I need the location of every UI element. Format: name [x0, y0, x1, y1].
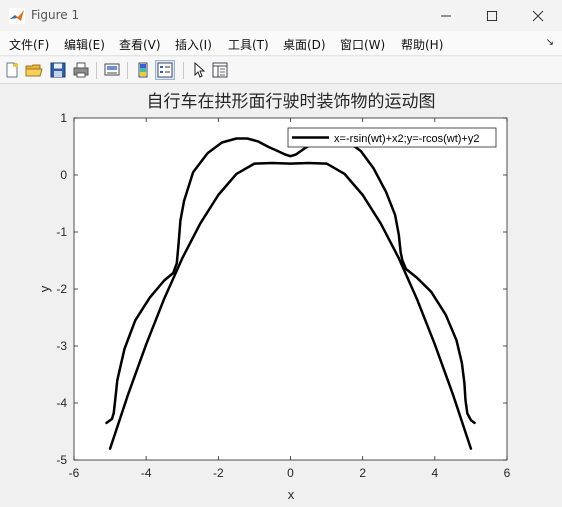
chart-title: 自行车在拱形面行驶时装饰物的运动图 — [147, 92, 436, 112]
y-tick-label: -1 — [56, 225, 67, 239]
window-title: Figure 1 — [31, 8, 80, 22]
menu-edit[interactable]: 编辑(E) — [64, 36, 105, 53]
y-tick-label: -5 — [56, 453, 67, 467]
toolbar-separator — [96, 62, 97, 79]
toolbar-separator — [183, 62, 184, 79]
print-icon[interactable] — [72, 61, 90, 79]
x-axis-label: x — [288, 487, 295, 502]
x-tick-label: 6 — [504, 466, 511, 480]
menu-desktop[interactable]: 桌面(D) — [283, 36, 326, 53]
x-tick-label: -6 — [69, 466, 80, 480]
save-icon[interactable] — [49, 61, 67, 79]
maximize-icon — [487, 10, 497, 21]
menu-file[interactable]: 文件(F) — [9, 36, 49, 53]
menu-tools[interactable]: 工具(T) — [228, 36, 269, 53]
matlab-logo-icon — [9, 8, 25, 24]
x-tick-label: 2 — [359, 466, 366, 480]
plot-area — [73, 117, 508, 461]
menu-window[interactable]: 窗口(W) — [340, 36, 385, 53]
insert-legend-button[interactable] — [155, 60, 175, 80]
x-tick-label: 0 — [287, 466, 294, 480]
property-inspector-icon[interactable] — [211, 61, 229, 79]
legend[interactable]: x=-rsin(wt)+x2;y=-rcos(wt)+y2 — [287, 127, 497, 148]
figure-canvas: 自行车在拱形面行驶时装饰物的运动图 -6 -4 -2 0 2 4 6 1 0 -1 -2 -3 -4 -5… — [0, 85, 562, 507]
toolbar-separator — [127, 62, 128, 79]
maximize-button[interactable] — [469, 0, 515, 31]
insert-colorbar-icon[interactable] — [134, 61, 152, 79]
y-tick-label: 1 — [60, 111, 67, 125]
y-tick-label: -2 — [56, 282, 67, 296]
y-tick-label: -3 — [56, 339, 67, 353]
menu-bar: 文件(F) 编辑(E) 查看(V) 插入(I) 工具(T) 桌面(D) 窗口(W… — [0, 31, 562, 56]
close-button[interactable] — [515, 0, 561, 31]
x-tick-label: 4 — [431, 466, 438, 480]
y-tick-label: -4 — [56, 396, 67, 410]
link-plot-icon[interactable] — [103, 61, 121, 79]
chart[interactable]: 自行车在拱形面行驶时装饰物的运动图 -6 -4 -2 0 2 4 6 1 0 -1 -2 -3 -4 -5… — [0, 85, 562, 507]
minimize-button[interactable] — [423, 0, 469, 31]
new-figure-icon[interactable] — [3, 61, 21, 79]
open-file-icon[interactable] — [25, 61, 43, 79]
edit-plot-icon[interactable] — [190, 61, 208, 79]
minimize-icon — [441, 15, 451, 16]
x-tick-label: -4 — [141, 466, 152, 480]
title-bar: Figure 1 — [0, 0, 562, 31]
legend-entry: x=-rsin(wt)+x2;y=-rcos(wt)+y2 — [334, 133, 479, 145]
y-axis-label: y — [37, 285, 52, 292]
x-tick-label: -2 — [213, 466, 224, 480]
menu-overflow-arrow-icon[interactable]: ↘ — [546, 37, 554, 48]
figure-toolbar — [0, 57, 562, 84]
menu-view[interactable]: 查看(V) — [119, 36, 161, 53]
y-tick-label: 0 — [60, 168, 67, 182]
close-icon — [532, 10, 544, 21]
menu-insert[interactable]: 插入(I) — [175, 36, 212, 53]
menu-help[interactable]: 帮助(H) — [401, 36, 443, 53]
insert-legend-icon — [157, 62, 173, 78]
